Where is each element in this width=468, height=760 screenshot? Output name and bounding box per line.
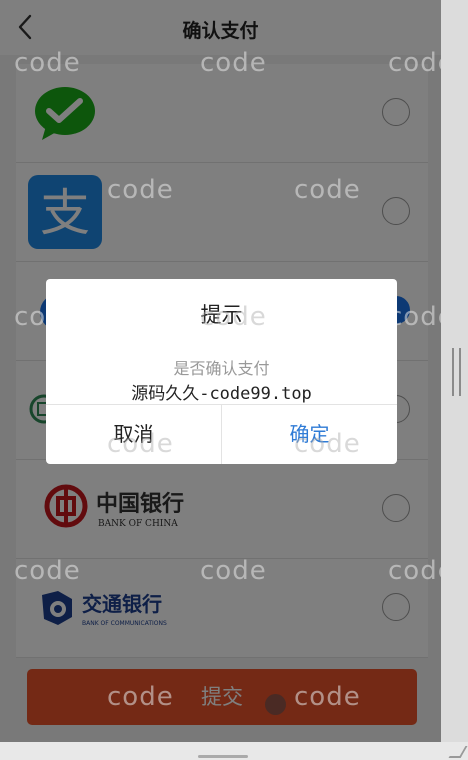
- touch-indicator: [265, 694, 286, 715]
- confirm-button[interactable]: 确定: [222, 405, 397, 464]
- confirm-dialog: 提示 是否确认支付 源码久久-code99.top 取消 确定: [46, 279, 397, 464]
- dialog-actions: 取消 确定: [46, 404, 397, 464]
- dialog-note: 源码久久-code99.top: [131, 384, 312, 404]
- dialog-title: 提示: [200, 303, 243, 327]
- dialog-message: 是否确认支付: [173, 359, 270, 378]
- payment-page: 确认支付 支: [0, 0, 441, 742]
- home-indicator[interactable]: [198, 755, 248, 758]
- drag-handle[interactable]: [452, 348, 461, 396]
- cancel-button[interactable]: 取消: [46, 405, 222, 464]
